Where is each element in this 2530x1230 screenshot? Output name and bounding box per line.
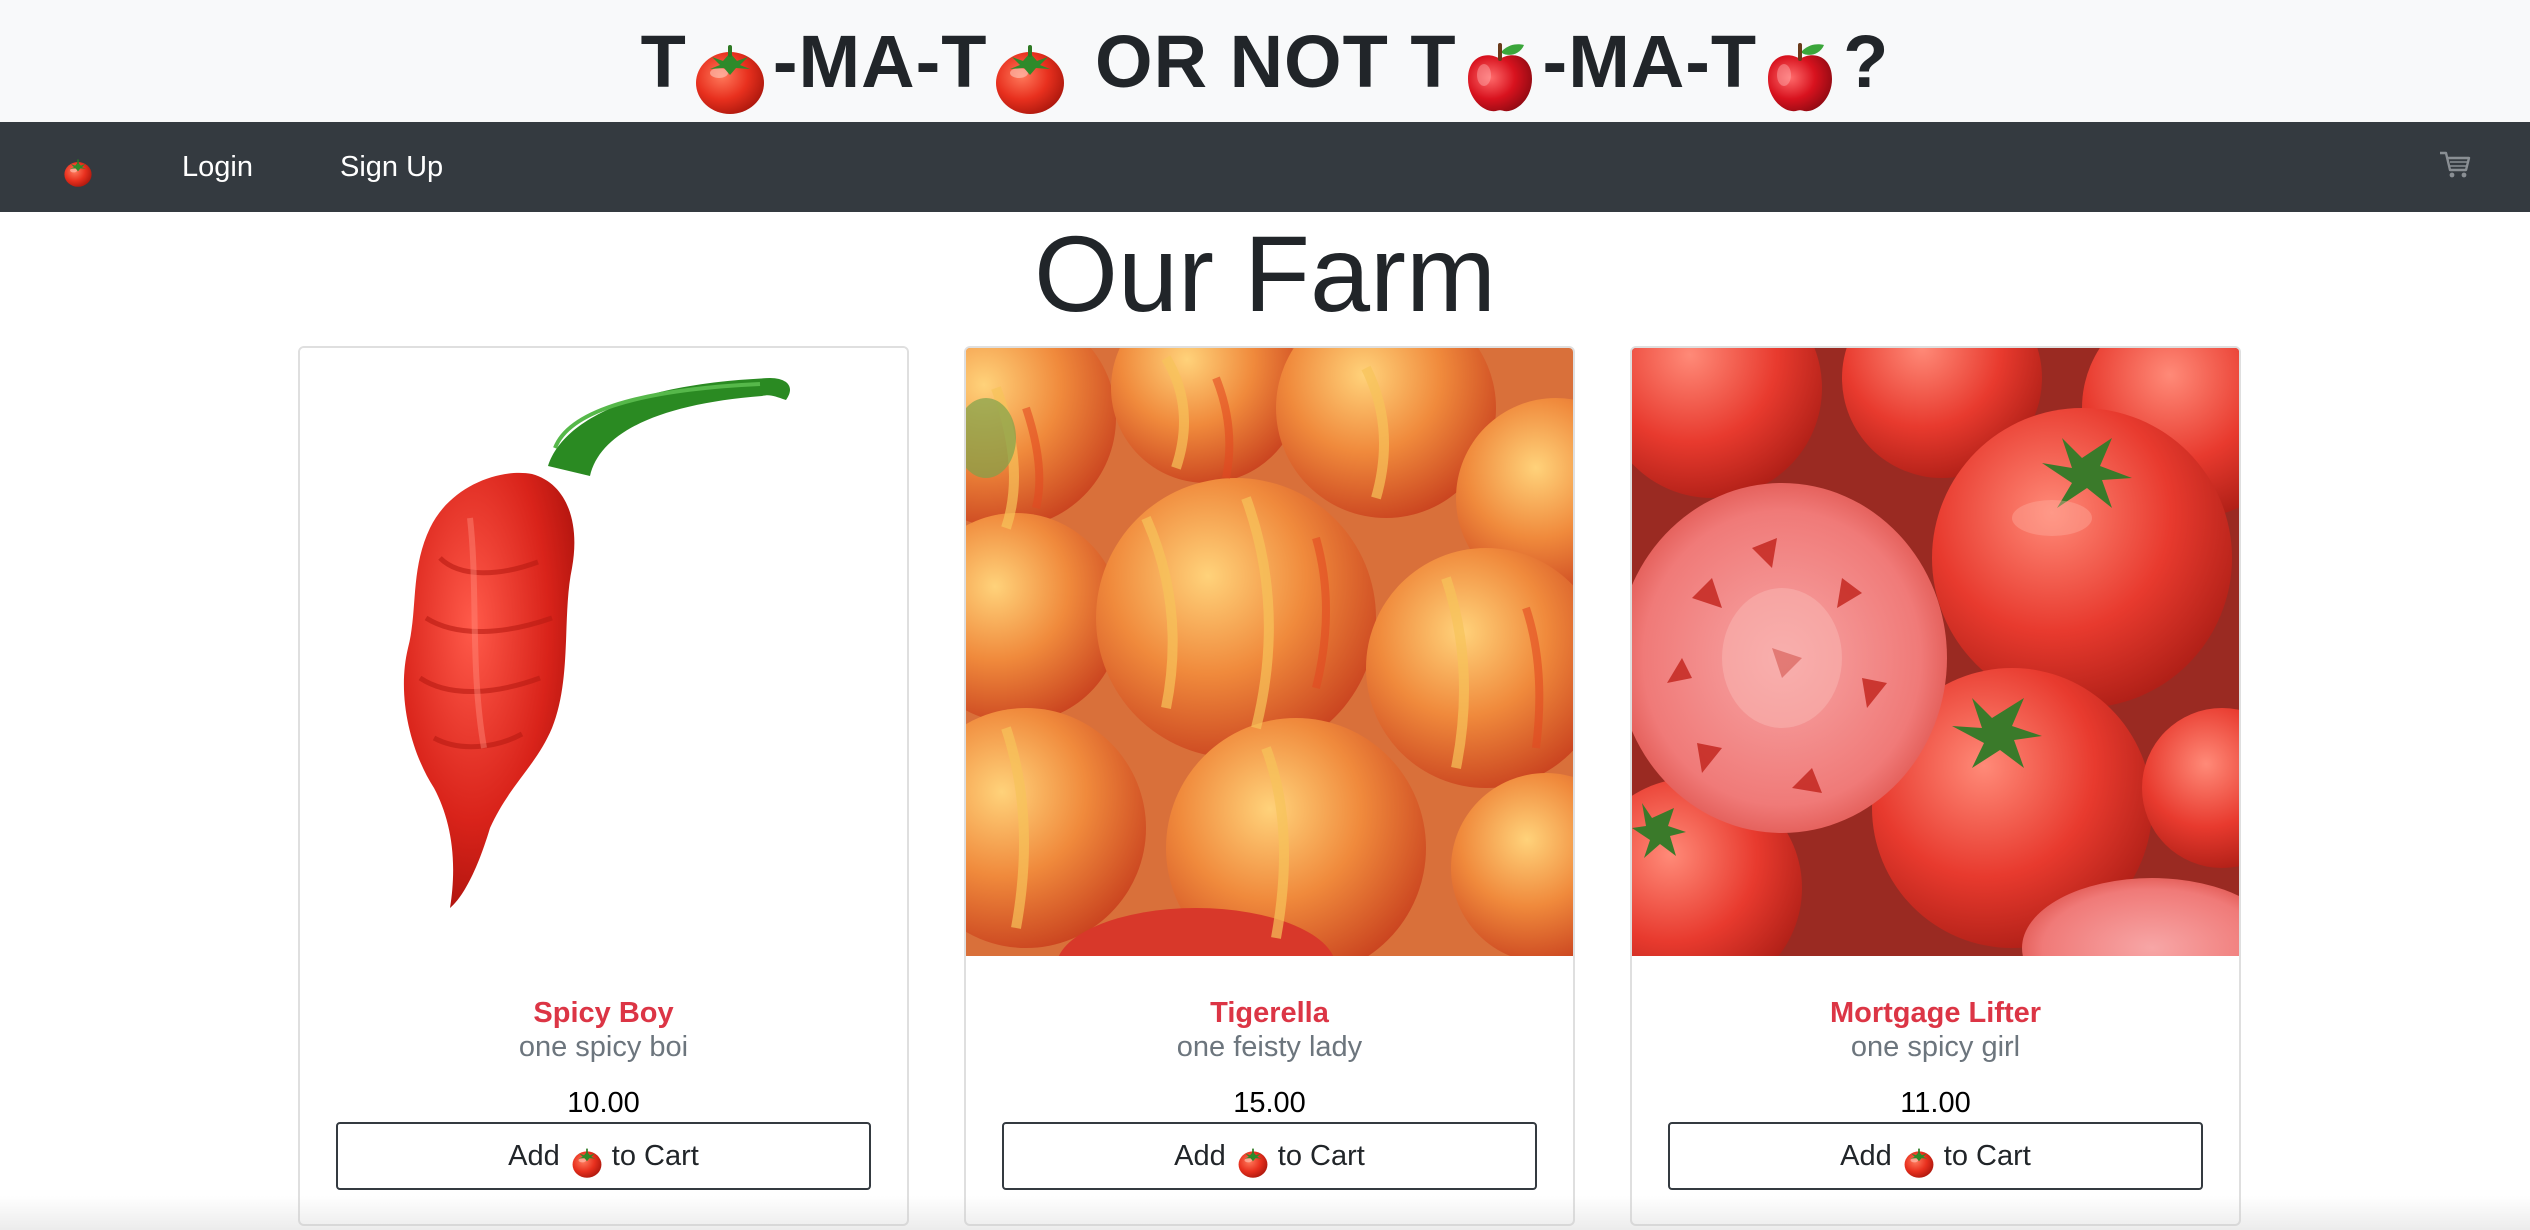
product-image-pepper xyxy=(300,348,907,956)
product-name: Mortgage Lifter xyxy=(1829,997,2042,1029)
product-card: Tigerella one feisty lady 15.00 Add to C… xyxy=(964,346,1575,1226)
to-cart-label: to Cart xyxy=(1277,1139,1365,1172)
product-description: one spicy boi xyxy=(518,1031,689,1063)
add-label: Add xyxy=(1840,1139,1892,1172)
product-card: Mortgage Lifter one spicy girl 11.00 Add… xyxy=(1630,346,2241,1226)
to-cart-label: to Cart xyxy=(1943,1139,2031,1172)
shopping-cart-icon[interactable] xyxy=(2438,148,2472,182)
title-text-4: -MA-T xyxy=(1542,19,1758,103)
red-apple-icon xyxy=(1460,37,1540,117)
product-card: Spicy Boy one spicy boi 10.00 Add to Car… xyxy=(298,346,909,1226)
login-link[interactable]: Login xyxy=(182,122,253,212)
red-apple-icon xyxy=(1760,37,1840,117)
product-name: Spicy Boy xyxy=(533,997,674,1029)
title-text-5: ? xyxy=(1843,19,1890,103)
add-to-cart-button[interactable]: Add to Cart xyxy=(1002,1122,1537,1190)
product-price: 10.00 xyxy=(567,1087,640,1119)
product-image-mortgage-lifter xyxy=(1632,348,2239,956)
navbar: Login Sign Up xyxy=(0,122,2530,212)
add-to-cart-button[interactable]: Add to Cart xyxy=(336,1122,871,1190)
tomato-icon xyxy=(1236,1145,1270,1179)
add-label: Add xyxy=(1174,1139,1226,1172)
home-tomato-icon[interactable] xyxy=(62,156,94,188)
tomato-icon xyxy=(1902,1145,1936,1179)
title-text-1: T xyxy=(640,19,687,103)
banner: T -MA-T OR NOT T -MA-T ? xyxy=(0,0,2530,122)
tomato-icon xyxy=(570,1145,604,1179)
signup-link[interactable]: Sign Up xyxy=(340,122,443,212)
product-price: 15.00 xyxy=(1233,1087,1306,1119)
product-description: one feisty lady xyxy=(1176,1031,1363,1063)
product-name: Tigerella xyxy=(1210,997,1329,1029)
add-to-cart-button[interactable]: Add to Cart xyxy=(1668,1122,2203,1190)
site-title: T -MA-T OR NOT T -MA-T ? xyxy=(641,19,1890,104)
product-image-tigerella xyxy=(966,348,1573,956)
title-text-3: OR NOT T xyxy=(1073,19,1457,103)
page-title: Our Farm xyxy=(1033,213,1496,334)
add-label: Add xyxy=(508,1139,560,1172)
product-description: one spicy girl xyxy=(1850,1031,2021,1063)
tomato-icon xyxy=(690,37,770,117)
title-text-2: -MA-T xyxy=(772,19,988,103)
tomato-icon xyxy=(990,37,1070,117)
to-cart-label: to Cart xyxy=(611,1139,699,1172)
product-price: 11.00 xyxy=(1900,1087,1971,1119)
